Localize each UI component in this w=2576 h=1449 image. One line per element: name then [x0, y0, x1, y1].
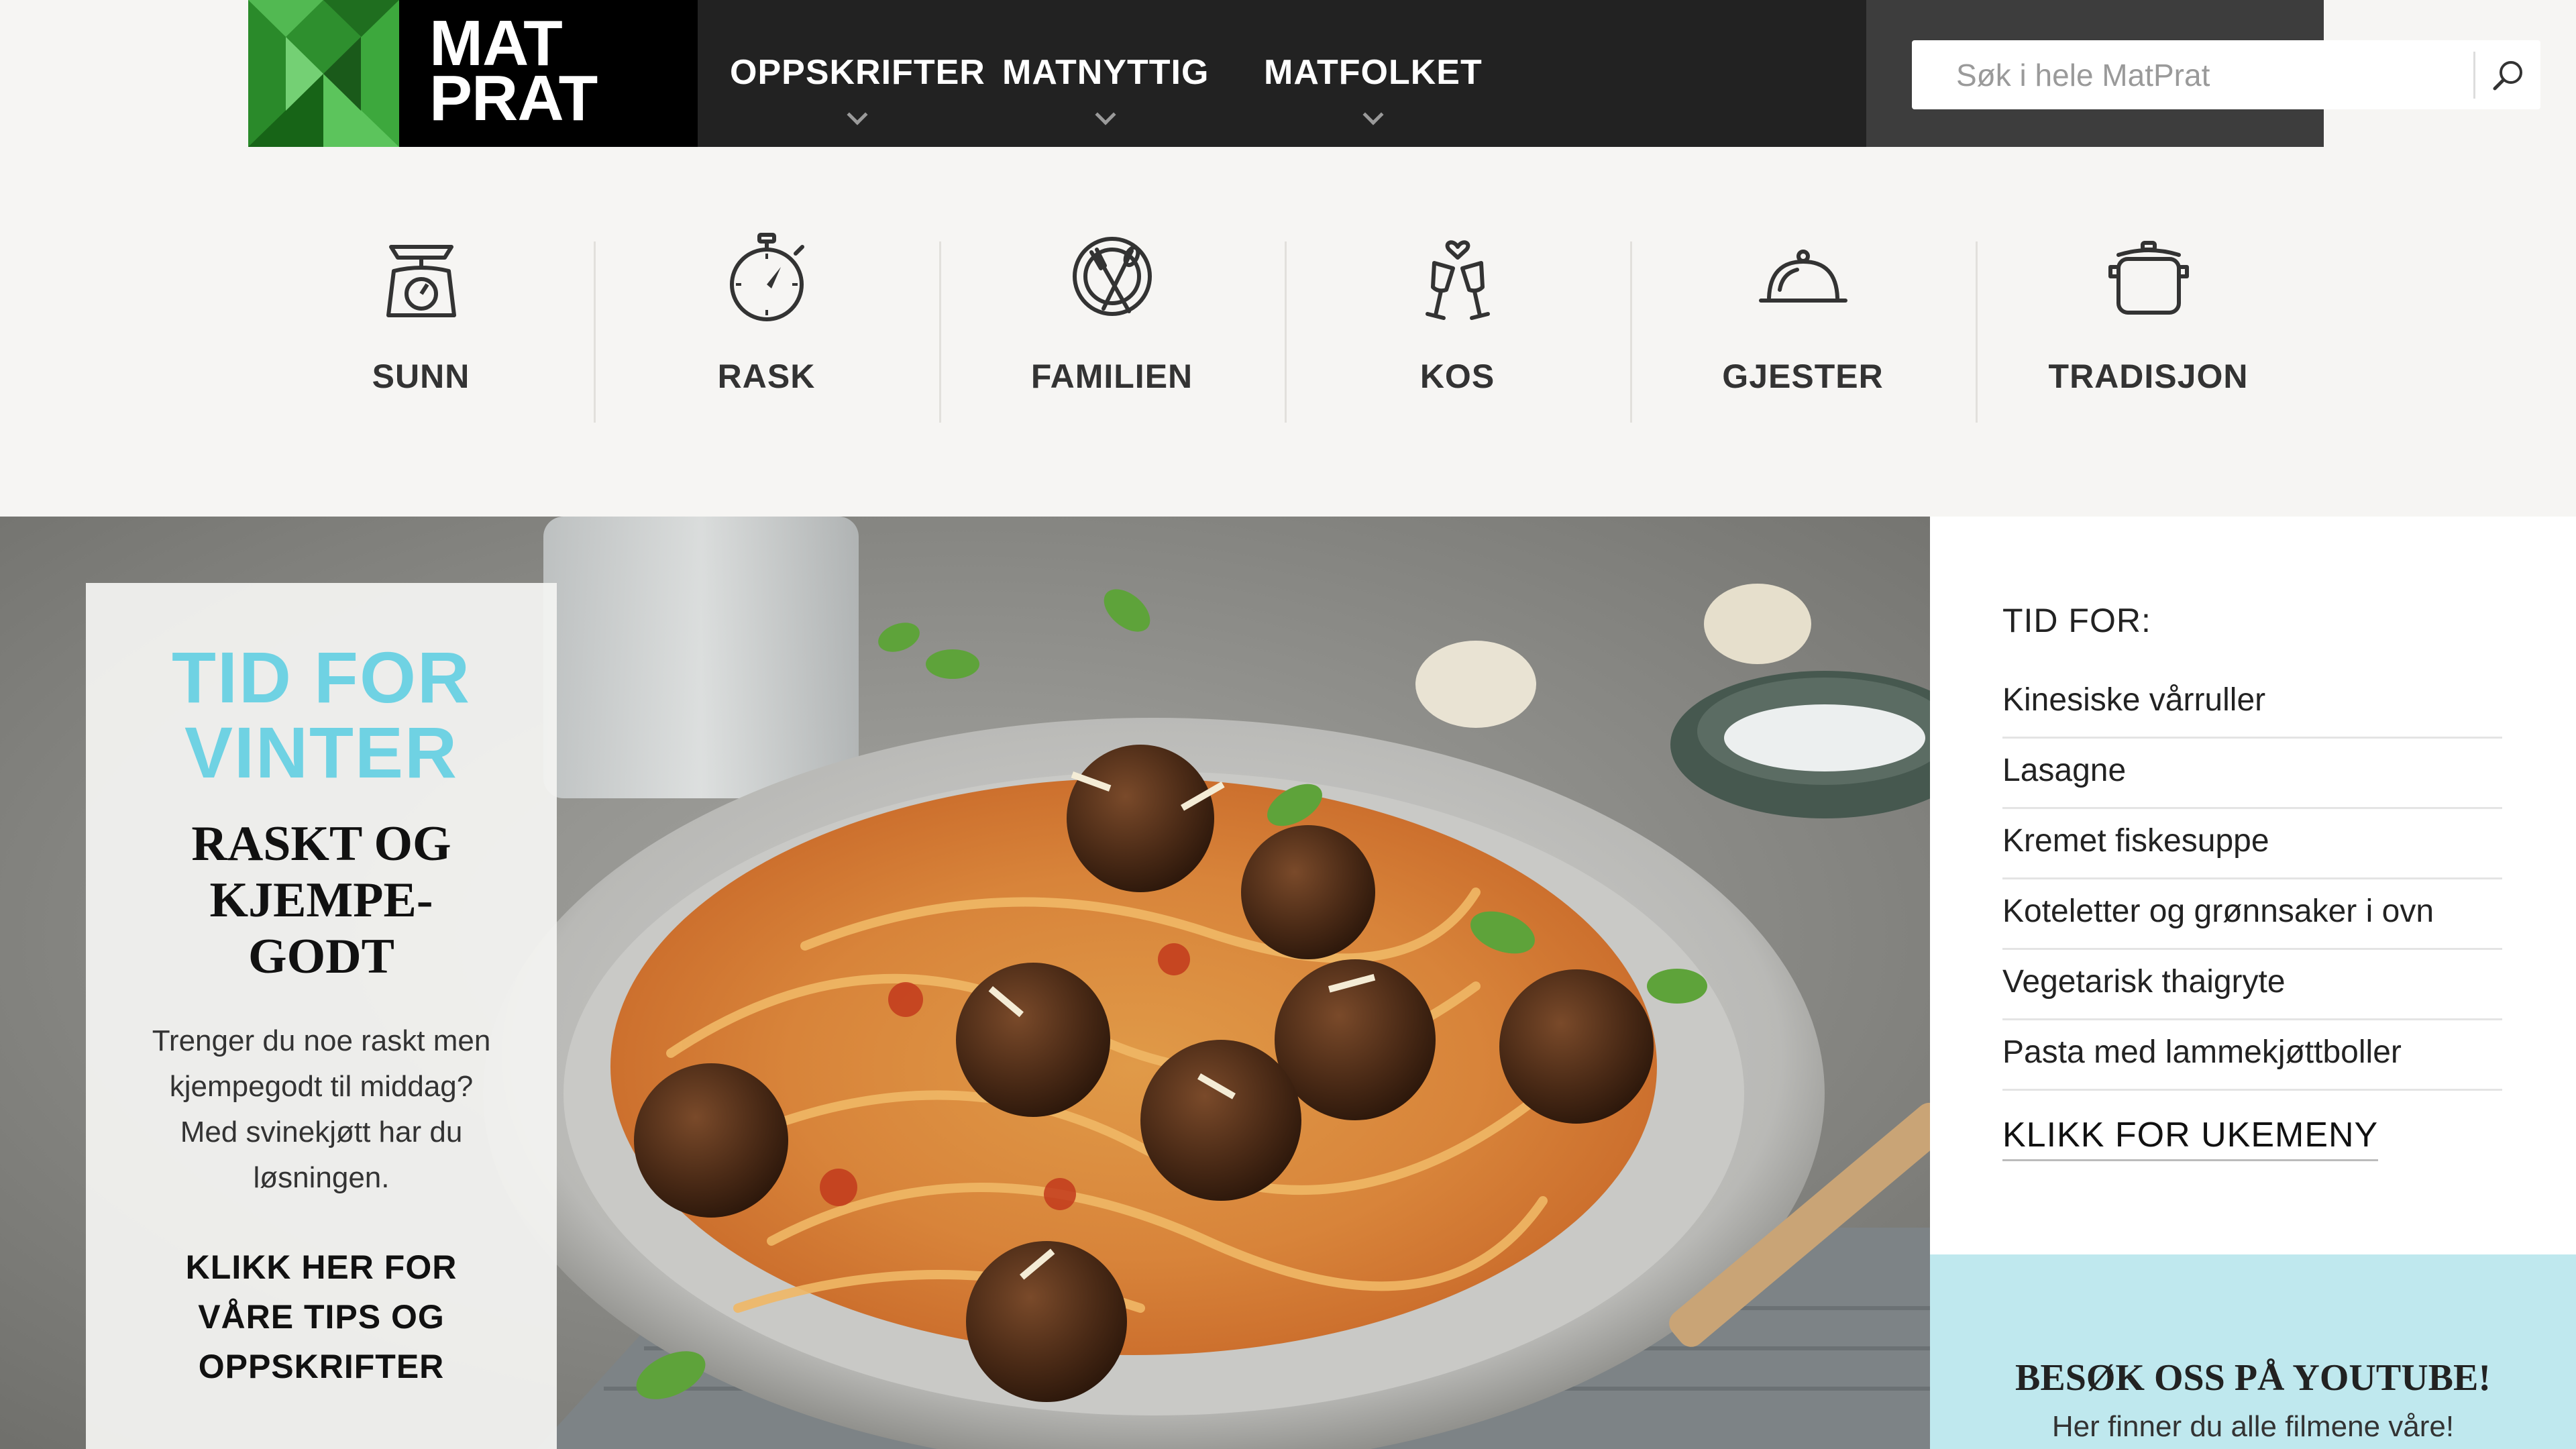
kitchen-scale-icon	[386, 245, 456, 317]
sidebar-heading: TID FOR:	[2002, 602, 2151, 639]
hero-banner[interactable]: TID FOR VINTER RASKT OG KJEMPE- GODT Tre…	[0, 517, 1930, 1449]
category-kos[interactable]: KOS	[1285, 228, 1630, 423]
youtube-banner[interactable]: BESØK OSS PÅ YOUTUBE! Her finner du alle…	[1930, 1254, 2576, 1449]
search-input[interactable]	[1912, 40, 2473, 109]
promo-link[interactable]: KLIKK HER FOR VÅRE TIPS OG OPPSKRIFTER	[133, 1242, 509, 1391]
promo-kicker-line: TID FOR	[172, 637, 471, 718]
search-box	[1912, 40, 2540, 109]
nav-item-label: MATFOLKET	[1264, 53, 1483, 92]
promo-kicker-line: VINTER	[184, 712, 459, 793]
search-icon	[2493, 60, 2522, 90]
category-familien[interactable]: FAMILIEN	[939, 228, 1285, 423]
nav-item-oppskrifter[interactable]: OPPSKRIFTER	[730, 52, 985, 125]
category-label: TRADISJON	[2048, 358, 2249, 395]
category-gjester[interactable]: GJESTER	[1630, 228, 1976, 423]
category-rask[interactable]: RASK	[594, 228, 939, 423]
category-label: KOS	[1419, 358, 1495, 395]
recipe-link[interactable]: Lasagne	[2002, 739, 2502, 809]
plate-cutlery-icon	[1072, 237, 1152, 316]
category-sunn[interactable]: SUNN	[248, 228, 594, 423]
nav-item-label: MATNYTTIG	[1002, 53, 1210, 92]
chevron-down-icon	[1095, 104, 1116, 125]
category-strip: SUNN RASK FAMILIEN KOS GJESTER TRADISJON	[248, 228, 2324, 429]
nav-item-label: OPPSKRIFTER	[730, 53, 985, 92]
stopwatch-icon	[729, 233, 804, 321]
recipe-sidebar: TID FOR: Kinesiske vårruller Lasagne Kre…	[1930, 517, 2576, 1254]
promo-title-line: RASKT OG	[191, 816, 451, 871]
cooking-pot-icon	[2108, 241, 2189, 315]
matprat-logo[interactable]: MAT PRAT	[248, 0, 698, 147]
promo-kicker: TID FOR VINTER	[86, 640, 557, 790]
recipe-link[interactable]: Pasta med lammekjøttboller	[2002, 1020, 2502, 1091]
recipe-link[interactable]: Kremet fiskesuppe	[2002, 809, 2502, 879]
search-area	[1866, 0, 2540, 147]
category-label: FAMILIEN	[1030, 358, 1193, 395]
category-label: RASK	[717, 358, 816, 395]
promo-title-line: KJEMPE-	[209, 873, 433, 928]
main-nav: OPPSKRIFTER MATNYTTIG MATFOLKET	[698, 0, 1866, 147]
nav-item-matnyttig[interactable]: MATNYTTIG	[1002, 52, 1210, 125]
category-label: SUNN	[372, 358, 470, 395]
category-tradisjon[interactable]: TRADISJON	[1976, 228, 2321, 423]
wine-glasses-heart-icon	[1425, 240, 1490, 320]
nav-item-matfolket[interactable]: MATFOLKET	[1264, 52, 1483, 125]
logo-wordmark: MAT PRAT	[399, 0, 598, 147]
promo-card[interactable]: TID FOR VINTER RASKT OG KJEMPE- GODT Tre…	[86, 583, 557, 1449]
category-label: GJESTER	[1722, 358, 1884, 395]
chevron-down-icon	[1362, 104, 1384, 125]
logo-mark-icon	[248, 0, 399, 147]
recipe-link[interactable]: Vegetarisk thaigryte	[2002, 950, 2502, 1020]
recipe-list: Kinesiske vårruller Lasagne Kremet fiske…	[2002, 668, 2502, 1091]
promo-title: RASKT OG KJEMPE- GODT	[86, 816, 557, 985]
search-button[interactable]	[2473, 51, 2540, 99]
chevron-down-icon	[847, 104, 868, 125]
cloche-icon	[1758, 250, 1847, 303]
youtube-title: BESØK OSS PÅ YOUTUBE!	[2015, 1357, 2491, 1399]
recipe-link[interactable]: Kinesiske vårruller	[2002, 668, 2502, 739]
youtube-subtitle: Her finner du alle filmene våre!	[2051, 1410, 2455, 1443]
promo-body: Trenger du noe raskt men kjempegodt til …	[152, 1024, 491, 1194]
weekly-menu-link[interactable]: KLIKK FOR UKEMENY	[2002, 1115, 2379, 1161]
recipe-link[interactable]: Koteletter og grønnsaker i ovn	[2002, 879, 2502, 950]
promo-title-line: GODT	[248, 929, 394, 984]
site-header: MAT PRAT OPPSKRIFTER MATNYTTIG MATFOLKET	[248, 0, 2540, 147]
logo-line-2: PRAT	[429, 62, 598, 134]
